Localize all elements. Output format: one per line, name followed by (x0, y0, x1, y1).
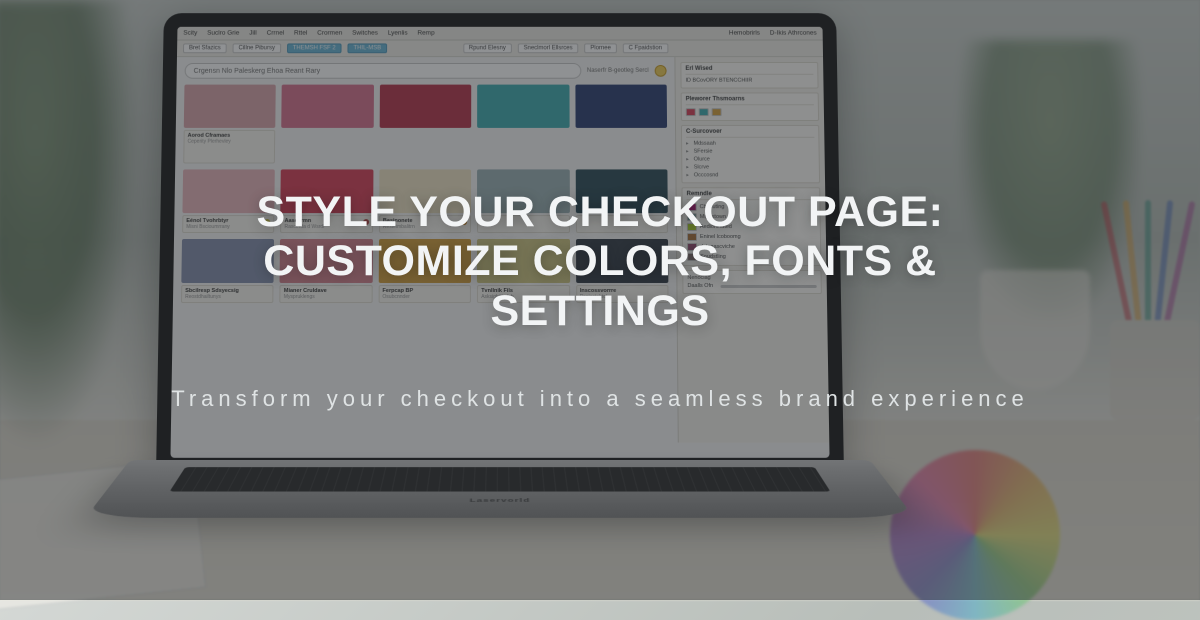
hero-subtitle: Transform your checkout into a seamless … (171, 386, 1029, 412)
hero-overlay: STYLE YOUR CHECKOUT PAGE: CUSTOMIZE COLO… (0, 0, 1200, 600)
hero-title: STYLE YOUR CHECKOUT PAGE: CUSTOMIZE COLO… (160, 188, 1040, 336)
